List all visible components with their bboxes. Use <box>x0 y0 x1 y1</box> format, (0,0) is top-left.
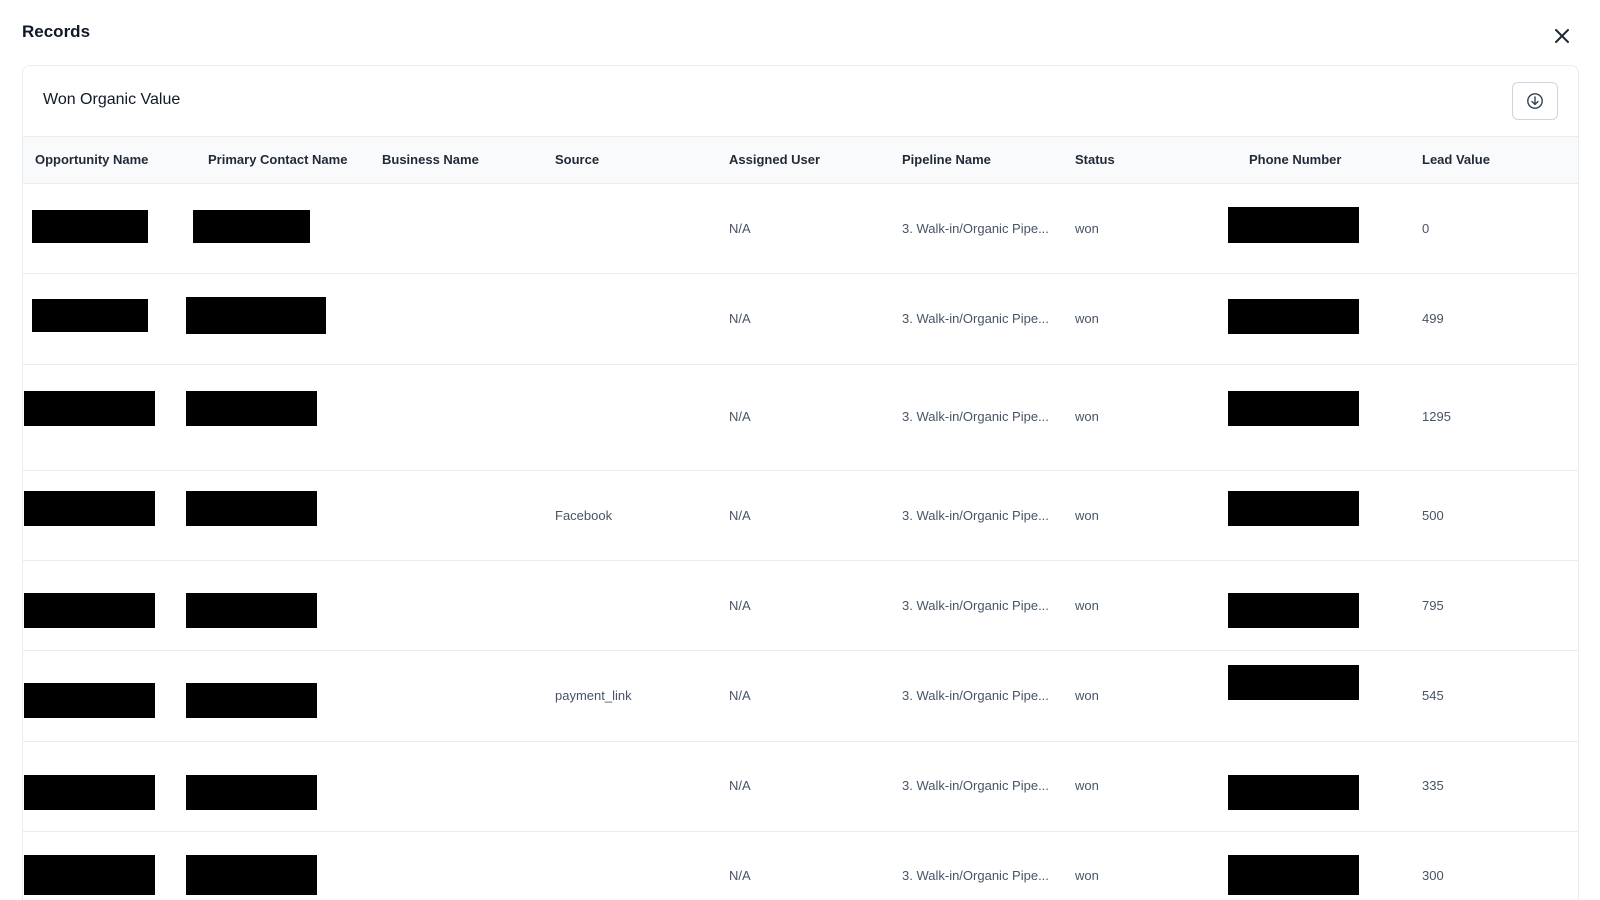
cell-lead-value: 1295 <box>1422 409 1451 424</box>
card-title: Won Organic Value <box>43 91 181 108</box>
cell-lead-value: 499 <box>1422 311 1444 326</box>
column-header-phone-number[interactable]: Phone Number <box>1249 152 1341 167</box>
column-header-status[interactable]: Status <box>1075 152 1115 167</box>
cell-status: won <box>1075 409 1099 424</box>
redacted-opportunity-name <box>24 391 155 426</box>
cell-status: won <box>1075 778 1099 793</box>
cell-status: won <box>1075 868 1099 883</box>
column-header-business-name[interactable]: Business Name <box>382 152 479 167</box>
cell-pipeline-name: 3. Walk-in/Organic Pipe... <box>902 409 1049 424</box>
cell-pipeline-name: 3. Walk-in/Organic Pipe... <box>902 598 1049 613</box>
column-header-primary-contact-name[interactable]: Primary Contact Name <box>208 152 347 167</box>
cell-pipeline-name: 3. Walk-in/Organic Pipe... <box>902 868 1049 883</box>
cell-status: won <box>1075 688 1099 703</box>
redacted-opportunity-name <box>24 683 155 718</box>
cell-lead-value: 795 <box>1422 598 1444 613</box>
table-row[interactable]: payment_link N/A 3. Walk-in/Organic Pipe… <box>23 651 1578 742</box>
cell-assigned-user: N/A <box>729 409 751 424</box>
cell-pipeline-name: 3. Walk-in/Organic Pipe... <box>902 221 1049 236</box>
table-row[interactable]: Facebook N/A 3. Walk-in/Organic Pipe... … <box>23 471 1578 561</box>
redacted-contact-name <box>186 593 317 628</box>
records-modal: Records Won Organic Value Opportunity Na… <box>0 0 1600 900</box>
close-icon <box>1555 29 1569 43</box>
column-header-assigned-user[interactable]: Assigned User <box>729 152 820 167</box>
redacted-contact-name <box>186 491 317 526</box>
download-button[interactable] <box>1512 82 1558 120</box>
redacted-contact-name <box>186 683 317 718</box>
table-row[interactable]: N/A 3. Walk-in/Organic Pipe... won 1295 <box>23 365 1578 471</box>
redacted-phone-number <box>1228 391 1359 426</box>
redacted-opportunity-name <box>24 775 155 810</box>
column-header-pipeline-name[interactable]: Pipeline Name <box>902 152 991 167</box>
redacted-opportunity-name <box>24 593 155 628</box>
download-icon <box>1527 93 1543 109</box>
cell-source: Facebook <box>555 508 613 523</box>
redacted-contact-name <box>186 297 326 334</box>
cell-pipeline-name: 3. Walk-in/Organic Pipe... <box>902 311 1049 326</box>
cell-source: payment_link <box>555 688 632 703</box>
column-header-source[interactable]: Source <box>555 152 599 167</box>
cell-assigned-user: N/A <box>729 688 751 703</box>
cell-assigned-user: N/A <box>729 868 751 883</box>
card-header: Won Organic Value <box>23 66 1578 137</box>
column-header-opportunity-name[interactable]: Opportunity Name <box>35 152 148 167</box>
redacted-contact-name <box>186 391 317 426</box>
cell-lead-value: 300 <box>1422 868 1444 883</box>
cell-status: won <box>1075 311 1099 326</box>
redacted-phone-number <box>1228 593 1359 628</box>
table-header: Opportunity Name Primary Contact Name Bu… <box>23 137 1578 184</box>
table-row[interactable]: N/A 3. Walk-in/Organic Pipe... won 300 <box>23 832 1578 900</box>
cell-lead-value: 500 <box>1422 508 1444 523</box>
cell-lead-value: 0 <box>1422 221 1430 236</box>
redacted-phone-number <box>1228 665 1359 700</box>
cell-assigned-user: N/A <box>729 508 751 523</box>
modal-title: Records <box>22 22 91 41</box>
cell-assigned-user: N/A <box>729 221 751 236</box>
table-row[interactable]: N/A 3. Walk-in/Organic Pipe... won 499 <box>23 274 1578 365</box>
cell-assigned-user: N/A <box>729 778 751 793</box>
cell-status: won <box>1075 598 1099 613</box>
redacted-phone-number <box>1228 207 1359 243</box>
cell-assigned-user: N/A <box>729 311 751 326</box>
cell-pipeline-name: 3. Walk-in/Organic Pipe... <box>902 508 1049 523</box>
cell-lead-value: 335 <box>1422 778 1444 793</box>
cell-assigned-user: N/A <box>729 598 751 613</box>
records-card: Won Organic Value Opportunity Name Prima… <box>22 65 1579 900</box>
redacted-opportunity-name <box>24 855 155 895</box>
redacted-phone-number <box>1228 299 1359 334</box>
cell-status: won <box>1075 508 1099 523</box>
close-button[interactable] <box>1552 26 1572 46</box>
column-header-lead-value[interactable]: Lead Value <box>1422 152 1490 167</box>
redacted-phone-number <box>1228 491 1359 526</box>
redacted-opportunity-name <box>32 210 148 243</box>
cell-pipeline-name: 3. Walk-in/Organic Pipe... <box>902 778 1049 793</box>
redacted-contact-name <box>186 775 317 810</box>
redacted-contact-name <box>193 210 310 243</box>
cell-pipeline-name: 3. Walk-in/Organic Pipe... <box>902 688 1049 703</box>
redacted-opportunity-name <box>24 491 155 526</box>
redacted-opportunity-name <box>32 299 148 332</box>
redacted-contact-name <box>186 855 317 895</box>
cell-lead-value: 545 <box>1422 688 1444 703</box>
redacted-phone-number <box>1228 775 1359 810</box>
cell-status: won <box>1075 221 1099 236</box>
table-row[interactable]: N/A 3. Walk-in/Organic Pipe... won 0 <box>23 184 1578 274</box>
table-row[interactable]: N/A 3. Walk-in/Organic Pipe... won 795 <box>23 561 1578 651</box>
table-row[interactable]: N/A 3. Walk-in/Organic Pipe... won 335 <box>23 742 1578 832</box>
redacted-phone-number <box>1228 855 1359 895</box>
